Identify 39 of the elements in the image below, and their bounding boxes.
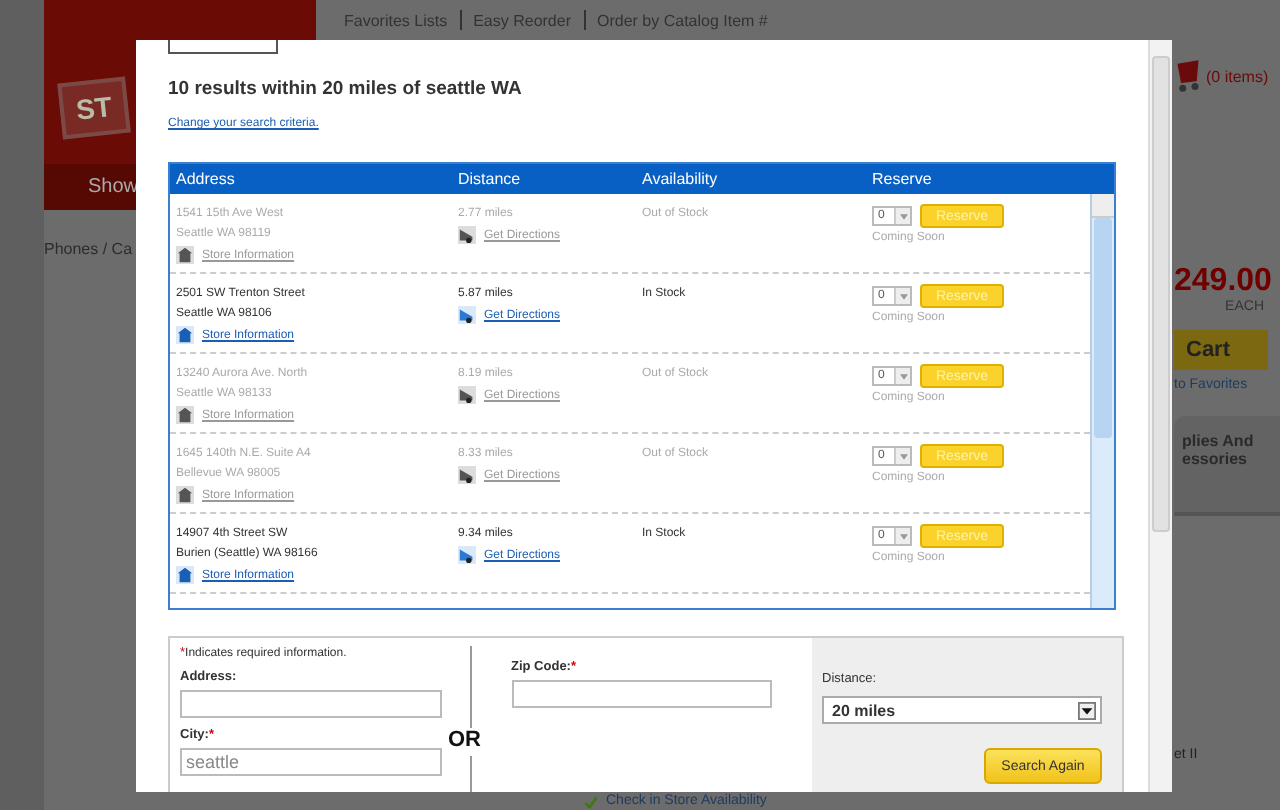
caret-icon bbox=[899, 453, 907, 459]
cart-count[interactable]: (0 items) bbox=[1206, 67, 1269, 85]
car-icon bbox=[458, 386, 476, 404]
city-field[interactable]: seattle bbox=[180, 748, 442, 776]
column-header: Reserve bbox=[872, 170, 934, 188]
or-separator: OR bbox=[446, 728, 483, 756]
store-icon bbox=[176, 406, 194, 424]
car-icon bbox=[458, 226, 476, 244]
car-icon bbox=[458, 306, 476, 324]
caret-icon bbox=[899, 533, 907, 539]
store-icon bbox=[176, 486, 194, 504]
nav-link[interactable]: Easy Reorder bbox=[473, 11, 571, 29]
cart-icon[interactable] bbox=[1174, 56, 1202, 96]
zip-code-field[interactable] bbox=[511, 680, 771, 708]
dialog-scrollbar[interactable] bbox=[1148, 40, 1172, 792]
column-header: Availability bbox=[642, 170, 720, 188]
table-scrollbar[interactable] bbox=[1090, 194, 1114, 608]
caret-icon bbox=[899, 373, 907, 379]
address-field[interactable] bbox=[180, 690, 442, 718]
caret-icon bbox=[1078, 701, 1096, 719]
accessories-tab[interactable]: plies And essories bbox=[1174, 416, 1280, 512]
distance-select[interactable]: 20 miles bbox=[822, 696, 1102, 724]
car-icon bbox=[458, 466, 476, 484]
column-header: Distance bbox=[458, 170, 523, 188]
price: 249.00 bbox=[1174, 264, 1274, 300]
store-icon bbox=[176, 246, 194, 264]
car-icon bbox=[458, 546, 476, 564]
dialog-title: 10 results within 20 miles of seattle WA bbox=[168, 78, 524, 100]
check-icon bbox=[584, 795, 598, 809]
add-to-cart-button[interactable]: Cart bbox=[1174, 330, 1268, 370]
nav-link[interactable]: Favorites Lists bbox=[344, 11, 448, 29]
logo: ST bbox=[57, 76, 131, 140]
nav-link[interactable]: Order by Catalog Item # bbox=[597, 11, 768, 29]
column-header: Address bbox=[176, 170, 237, 188]
caret-icon bbox=[899, 293, 907, 299]
frame-outline bbox=[168, 40, 278, 54]
store-icon bbox=[176, 566, 194, 584]
store-icon bbox=[176, 326, 194, 344]
caret-icon bbox=[899, 213, 907, 219]
